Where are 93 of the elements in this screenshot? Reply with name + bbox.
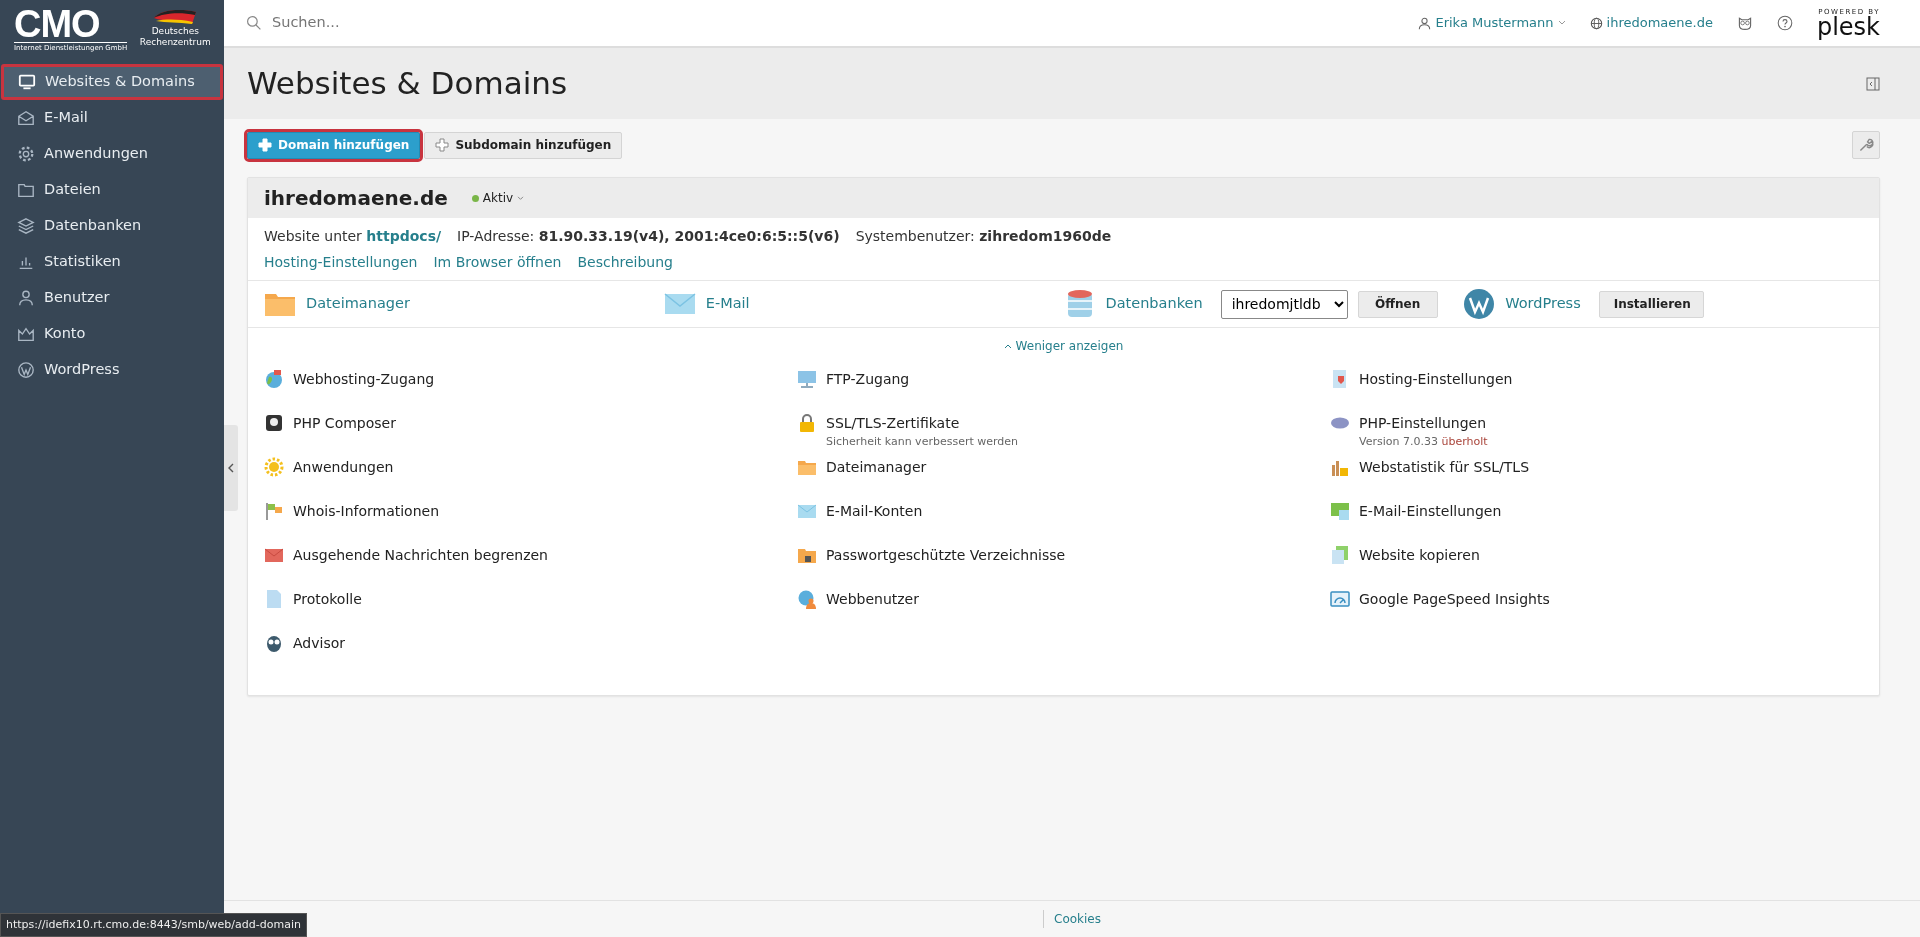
plus-icon bbox=[435, 138, 450, 152]
tool-link[interactable]: Dateimanager bbox=[306, 293, 410, 315]
status-dropdown[interactable]: Aktiv bbox=[471, 189, 525, 207]
wordpress-icon bbox=[1463, 288, 1496, 320]
caret-icon bbox=[517, 195, 525, 201]
sidebar-collapse-handle[interactable] bbox=[224, 425, 238, 511]
tool-link[interactable]: Webhosting-Zugang bbox=[293, 371, 435, 387]
sun-icon bbox=[264, 457, 284, 477]
tool-note: Version 7.0.33 überholt bbox=[1359, 434, 1488, 450]
help-icon bbox=[1776, 15, 1793, 31]
copy-icon bbox=[1330, 545, 1350, 565]
globe-icon bbox=[1589, 16, 1603, 30]
tool-link[interactable]: E-Mail bbox=[705, 293, 750, 315]
tool-link[interactable]: Hosting-Einstellungen bbox=[1359, 371, 1513, 387]
sidebar-item[interactable]: Statistiken bbox=[0, 244, 224, 280]
document-icon bbox=[264, 589, 284, 609]
folder-icon bbox=[17, 181, 35, 199]
domain-action-link[interactable]: Im Browser öffnen bbox=[433, 252, 562, 273]
domain-name: ihredomaene.de bbox=[264, 185, 448, 212]
tool-link[interactable]: Website kopieren bbox=[1359, 547, 1480, 563]
info-text: Systembenutzer: zihredom1960de bbox=[855, 227, 1112, 246]
monitor-icon bbox=[18, 73, 36, 91]
tool-link[interactable]: Datenbanken bbox=[1105, 293, 1203, 315]
crown-icon bbox=[17, 325, 35, 343]
sidebar-item[interactable]: Konto bbox=[0, 316, 224, 352]
sidebar-item[interactable]: Anwendungen bbox=[0, 136, 224, 172]
tool-link[interactable]: Passwortgeschützte Verzeichnisse bbox=[826, 547, 1066, 563]
tool-link[interactable]: Anwendungen bbox=[293, 459, 394, 475]
logo-text: CMO bbox=[14, 6, 100, 42]
tool-link[interactable]: E-Mail-Einstellungen bbox=[1359, 503, 1502, 519]
caret-icon bbox=[1557, 20, 1566, 26]
sidebar-item[interactable]: E-Mail bbox=[0, 100, 224, 136]
gear-icon bbox=[17, 145, 35, 163]
settings-button[interactable] bbox=[1852, 131, 1880, 159]
tool-link[interactable]: Google PageSpeed Insights bbox=[1359, 591, 1550, 607]
tool-note: Sicherheit kann verbessert werden bbox=[826, 434, 1019, 450]
plus-icon bbox=[258, 138, 272, 152]
envelope-icon bbox=[1330, 501, 1350, 521]
lock-icon bbox=[797, 413, 817, 433]
action-button[interactable]: Öffnen bbox=[1357, 290, 1438, 318]
user-menu[interactable]: Erika Mustermann bbox=[1418, 13, 1566, 33]
tool-link[interactable]: Webbenutzer bbox=[826, 591, 919, 607]
globe-icon bbox=[264, 369, 284, 389]
search-icon bbox=[246, 15, 262, 31]
badge-icon bbox=[264, 413, 284, 433]
owl-icon bbox=[1736, 15, 1753, 31]
partner-logo-text: Deutsches Rechenzentrum bbox=[138, 26, 212, 48]
wrench-icon bbox=[1858, 137, 1874, 153]
add-button[interactable]: Subdomain hinzufügen bbox=[424, 131, 623, 159]
tool-link[interactable]: Protokolle bbox=[293, 591, 362, 607]
show-less-toggle[interactable]: Weniger anzeigen bbox=[1003, 337, 1124, 355]
flags-icon bbox=[264, 501, 284, 521]
envelope-icon bbox=[17, 109, 35, 127]
domain-link[interactable]: ihredomaene.de bbox=[1589, 13, 1713, 33]
tool-link[interactable]: Ausgehende Nachrichten begrenzen bbox=[293, 547, 548, 563]
page-title: Websites & Domains bbox=[247, 64, 568, 103]
sidebar-item[interactable]: Websites & Domains bbox=[1, 64, 223, 100]
sidebar-item[interactable]: Datenbanken bbox=[0, 208, 224, 244]
user-icon bbox=[1418, 16, 1432, 30]
database-select[interactable]: ihredomjtldb bbox=[1220, 289, 1348, 319]
collapse-panel-button[interactable] bbox=[1866, 76, 1880, 91]
tool-link[interactable]: Dateimanager bbox=[826, 459, 927, 475]
chevron-left-icon bbox=[227, 463, 235, 473]
cookies-link[interactable]: Cookies bbox=[1043, 910, 1101, 928]
status-url-tooltip: https://idefix10.rt.cmo.de:8443/smb/web/add-domain bbox=[0, 912, 307, 937]
user-icon bbox=[17, 289, 35, 307]
sidebar-item[interactable]: Benutzer bbox=[0, 280, 224, 316]
tool-link[interactable]: PHP Composer bbox=[293, 415, 396, 431]
search-field[interactable]: Suchen... bbox=[270, 11, 570, 35]
tool-link[interactable]: Whois-Informationen bbox=[293, 503, 440, 519]
info-text: IP-Adresse: 81.90.33.19(v4), 2001:4ce0:6:5::5(v6) bbox=[457, 227, 840, 246]
tool-link[interactable]: Advisor bbox=[293, 635, 345, 651]
tool-link[interactable]: SSL/TLS-Zertifikate bbox=[826, 415, 960, 431]
domain-action-link[interactable]: Hosting-Einstellungen bbox=[264, 252, 418, 273]
panel-icon bbox=[1866, 76, 1880, 91]
action-button[interactable]: Installieren bbox=[1598, 290, 1704, 318]
chevron-up-icon bbox=[1003, 343, 1012, 349]
gauge-icon bbox=[1330, 589, 1350, 609]
sidebar-item[interactable]: Dateien bbox=[0, 172, 224, 208]
tool-link[interactable]: PHP-Einstellungen bbox=[1359, 415, 1487, 431]
monitor-icon bbox=[797, 369, 817, 389]
wordpress-icon bbox=[17, 361, 35, 379]
tool-link[interactable]: WordPress bbox=[1505, 293, 1581, 315]
sidebar-item[interactable]: WordPress bbox=[0, 352, 224, 388]
layers-icon bbox=[17, 217, 35, 235]
info-text: Website unter httpdocs/ bbox=[264, 227, 442, 246]
tool-link[interactable]: E-Mail-Konten bbox=[826, 503, 923, 519]
tool-link[interactable]: FTP-Zugang bbox=[826, 371, 910, 387]
tool-link[interactable]: Webstatistik für SSL/TLS bbox=[1359, 459, 1530, 475]
owl-icon bbox=[264, 633, 284, 653]
domain-action-link[interactable]: Beschreibung bbox=[577, 252, 673, 273]
globe-icon bbox=[797, 589, 817, 609]
folder-link[interactable]: httpdocs/ bbox=[366, 228, 442, 244]
